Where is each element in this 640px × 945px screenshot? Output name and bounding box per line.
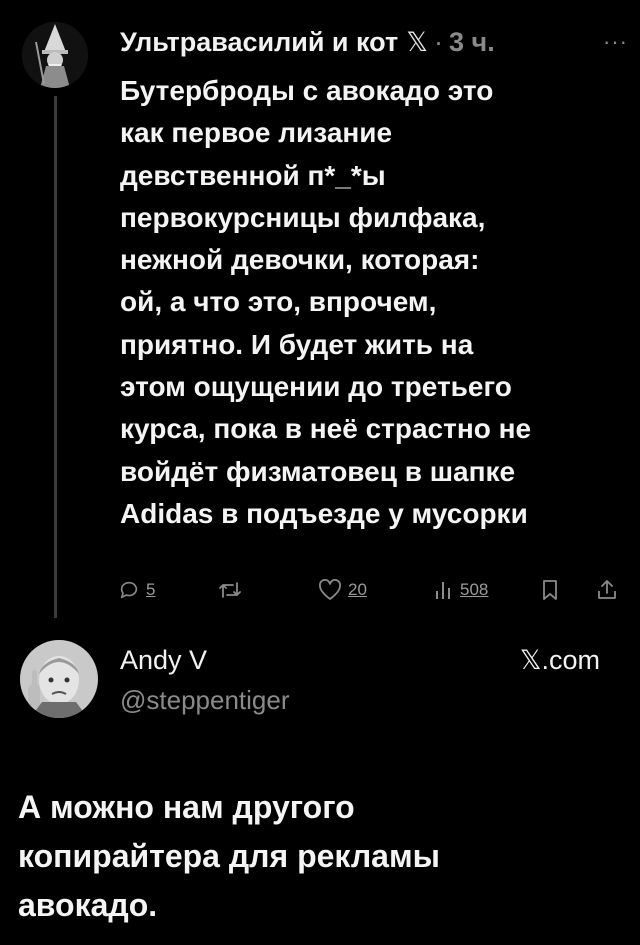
repost-author-handle[interactable]: @steppentiger	[120, 682, 290, 718]
like-count: 20	[348, 580, 367, 599]
repost-text-line: авокадо.	[18, 887, 158, 923]
post-text: Бутерброды с авокадо это как первое лиза…	[120, 70, 620, 535]
repost-text-line: копирайтера для рекламы	[18, 838, 440, 874]
retweet-button[interactable]	[218, 570, 242, 610]
reply-button[interactable]: 5	[118, 570, 155, 610]
repost-text: А можно нам другого копирайтера для рекл…	[18, 783, 628, 930]
post-action-bar: 5 20 508	[118, 570, 623, 610]
reply-count: 5	[146, 580, 156, 599]
post-text-line: курса, пока в неё страстно не	[120, 413, 532, 445]
bookmark-icon	[543, 580, 557, 600]
separator-dot: ·	[434, 27, 443, 57]
post-text-line: войдёт физматовец в шапке	[120, 455, 516, 487]
screenshot: Ультравасилий и кот 𝕏 · 3 ч. ··· Бутербр…	[0, 0, 640, 945]
wizard-avatar-icon	[22, 22, 88, 88]
post-text-line: Бутерброды с авокадо это	[120, 75, 494, 106]
repost-author-avatar[interactable]	[20, 640, 98, 718]
post-text-line: ой, а что это, впрочем,	[120, 286, 437, 318]
retweet-icon	[219, 582, 241, 598]
repost-author-name[interactable]: Andy V	[120, 642, 207, 678]
post-text-line: приятно. И будет жить на	[120, 328, 474, 360]
thread-line	[54, 96, 57, 618]
reply-icon	[120, 581, 138, 599]
views-icon	[436, 582, 450, 599]
post-text-line: Adidas в подъезде у мусорки	[120, 497, 528, 529]
post-text-line: нежной девочки, которая:	[120, 244, 480, 276]
x-logo-icon: 𝕏	[406, 27, 428, 57]
views-button[interactable]: 508	[434, 570, 488, 610]
post-header: Ультравасилий и кот 𝕏 · 3 ч. ···	[120, 22, 628, 62]
post-author-avatar[interactable]	[22, 22, 88, 88]
post-text-line: первокурсницы филфака,	[120, 201, 486, 233]
repost-text-line: А можно нам другого	[18, 789, 355, 825]
person-avatar-icon	[20, 640, 98, 718]
more-options-icon[interactable]: ···	[603, 22, 628, 62]
share-button[interactable]	[596, 570, 618, 610]
bookmark-button[interactable]	[540, 570, 560, 610]
share-icon	[598, 580, 616, 599]
post-text-line: как первое лизание	[120, 117, 393, 149]
like-button[interactable]: 20	[318, 570, 367, 610]
views-count: 508	[460, 580, 489, 599]
heart-icon	[319, 579, 341, 600]
post-author-name[interactable]: Ультравасилий и кот	[120, 22, 398, 62]
source-link[interactable]: 𝕏.com	[520, 642, 600, 678]
post-text-line: девственной п*_*ы	[120, 159, 386, 191]
post-timestamp[interactable]: 3 ч.	[449, 22, 495, 62]
post-text-line: этом ощущении до третьего	[120, 371, 512, 403]
